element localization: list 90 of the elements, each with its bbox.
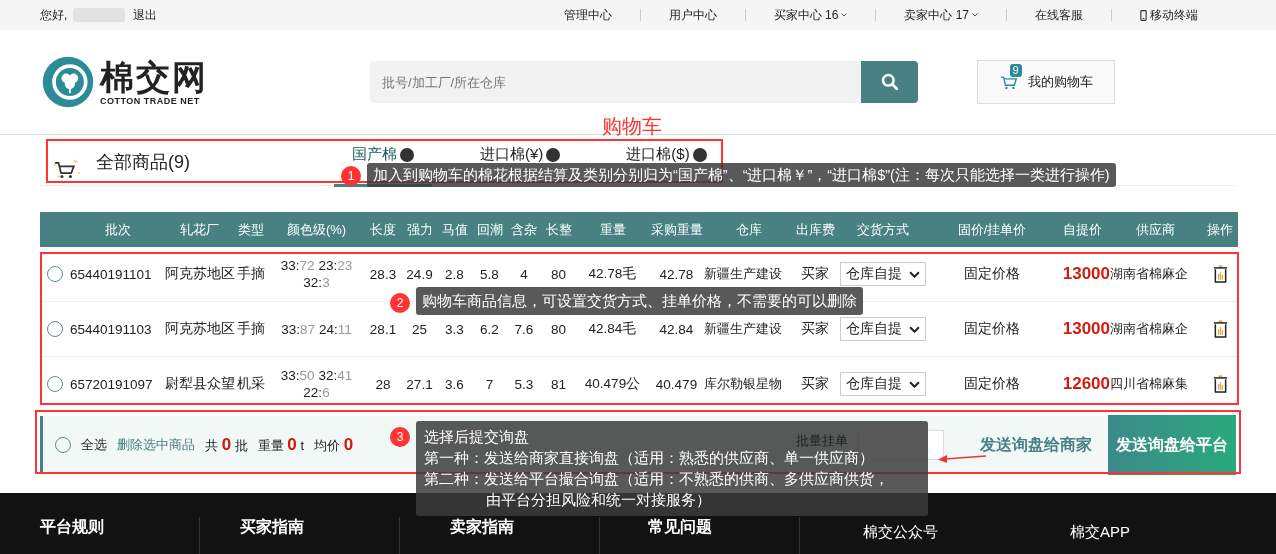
logo-subtitle: COTTON TRADE NET [100,96,201,106]
table-cell-text: 25 [411,321,428,337]
table-cell-text: 手摘 [236,265,266,283]
table-cell-text: 2.8 [444,266,465,282]
column-header: 重量 [598,220,627,239]
table-cell-text: 42.78毛 [587,265,638,283]
table-cell-text: 7 [484,376,495,392]
table-cell-text: 3.3 [444,321,465,337]
step-number-badge: 1 [341,166,361,186]
column-header: 供应商 [1134,220,1176,239]
table-cell-text: 27.1 [405,376,434,392]
table-cell-text: 湖南省棉麻企 [1110,265,1189,283]
table-cell-text: 5.3 [513,376,535,392]
table-cell-text: 7.6 [513,321,535,337]
table-cell: 阿克苏地区 [165,265,233,283]
table-cell-text: 65440191103 [70,321,153,337]
logo-name: 棉交网 [100,58,208,96]
table-cell-text: 40.479公 [583,375,642,393]
table-cell-text: 固定价格 [963,265,1021,283]
table-cell-text: 湖南省棉麻企 [1110,320,1189,338]
color-grade-cell-text: 33:72 23:23 32:3 [279,257,354,291]
column-header: 轧花厂 [178,220,220,239]
pickup-price: 13000 [1061,264,1110,284]
column-header: 操作 [1206,220,1234,239]
table-cell-text: 65440191101 [70,266,153,282]
column-header: 强力 [405,220,434,239]
all-products-title: 全部商品(9) [96,151,191,174]
table-cell: 阿克苏地区 [165,320,233,338]
table-cell-text: 四川省棉麻集 [1110,375,1189,393]
pickup-price: 12600 [1061,374,1110,394]
table-cell-text: 24.9 [405,266,434,282]
footer-heading: 卖家指南 [450,518,514,535]
table-cell-text: 28.3 [368,266,398,282]
select-all-label: 全选 [81,436,107,454]
table-cell-text: 新疆生产建设 [704,265,783,283]
column-header: 仓库 [735,220,763,239]
column-header: 类型 [237,220,265,239]
total-weight: 重量 0 t [257,435,305,455]
step-number-badge: 2 [390,293,410,313]
table-cell-text: 40.479 [654,376,699,392]
greeting-text: 您好, [40,6,68,24]
annotation-tooltip: 购物车商品信息，可设置交货方式、挂单价格，不需要的可以删除 [416,287,863,315]
table-cell-text: 28.1 [368,321,398,337]
column-header: 含杂 [510,220,538,239]
table-cell-text: 买家 [800,320,830,338]
table-cell-text: 28 [374,376,392,392]
color-grade-cell-text: 33:50 32:41 22:6 [279,367,354,401]
table-cell-text: 手摘 [236,320,266,338]
table-cell-text: 4 [519,266,529,282]
column-header: 马值 [440,220,469,239]
pickup-price: 13000 [1061,319,1110,339]
table-cell-text: 81 [550,376,567,392]
footer-heading: 买家指南 [240,518,304,535]
table-cell-text: 80 [550,321,567,337]
table-cell: 尉犁县众望 [165,375,233,393]
table-cell-text: 3.6 [444,376,465,392]
table-cell-text: 固定价格 [963,375,1021,393]
table-cell-text: 新疆生产建设 [704,320,783,338]
table-cell-text: 买家 [800,375,830,393]
qr-code-title: 棉交公众号 [862,523,938,542]
column-header: 颜色级(%) [285,220,348,239]
page-title-annotation: 购物车 [602,114,662,139]
table-cell-text: 买家 [800,265,830,283]
column-header: 固价/挂单价 [956,220,1028,239]
table-cell-text: 机采 [236,375,266,393]
table-cell-text: 固定价格 [963,320,1021,338]
table-cell-text: 库尔勒银星物 [704,375,783,393]
table-cell-text: 6.2 [479,321,500,337]
batch-count: 共 0 批 [205,435,248,455]
column-header: 批次 [103,220,132,239]
table-cell-text: 42.78 [658,266,695,282]
column-header: 长整 [544,220,573,239]
column-header: 出库费 [794,220,836,239]
table-cell-text: 42.84 [658,321,695,337]
column-header: 自提价 [1062,220,1103,239]
footer-heading: 常见问题 [648,518,712,535]
color-grade-cell-text: 33:87 24:11 [280,320,353,338]
table-cell-text: 5.8 [479,266,500,282]
average-price: 均价 0 [314,435,354,455]
cart-count-badge: 9 [1009,63,1022,77]
table-cell-text: 65720191097 [70,376,154,392]
column-header: 回潮 [475,220,504,239]
table-cell-text: 42.84毛 [587,320,638,338]
annotation-tooltip: 加入到购物车的棉花根据结算及类别分别归为“国产棉”、“进口棉￥”，“进口棉$”(注：每次只能选择一类进行操作) [367,163,1116,187]
qr-code-title: 棉交APP [1070,523,1130,542]
table-cell-text: 80 [550,266,567,282]
column-header: 交货方式 [855,220,910,239]
column-header: 采购重量 [649,220,704,239]
column-header: 长度 [369,220,397,239]
footer-heading: 平台规则 [40,518,104,535]
